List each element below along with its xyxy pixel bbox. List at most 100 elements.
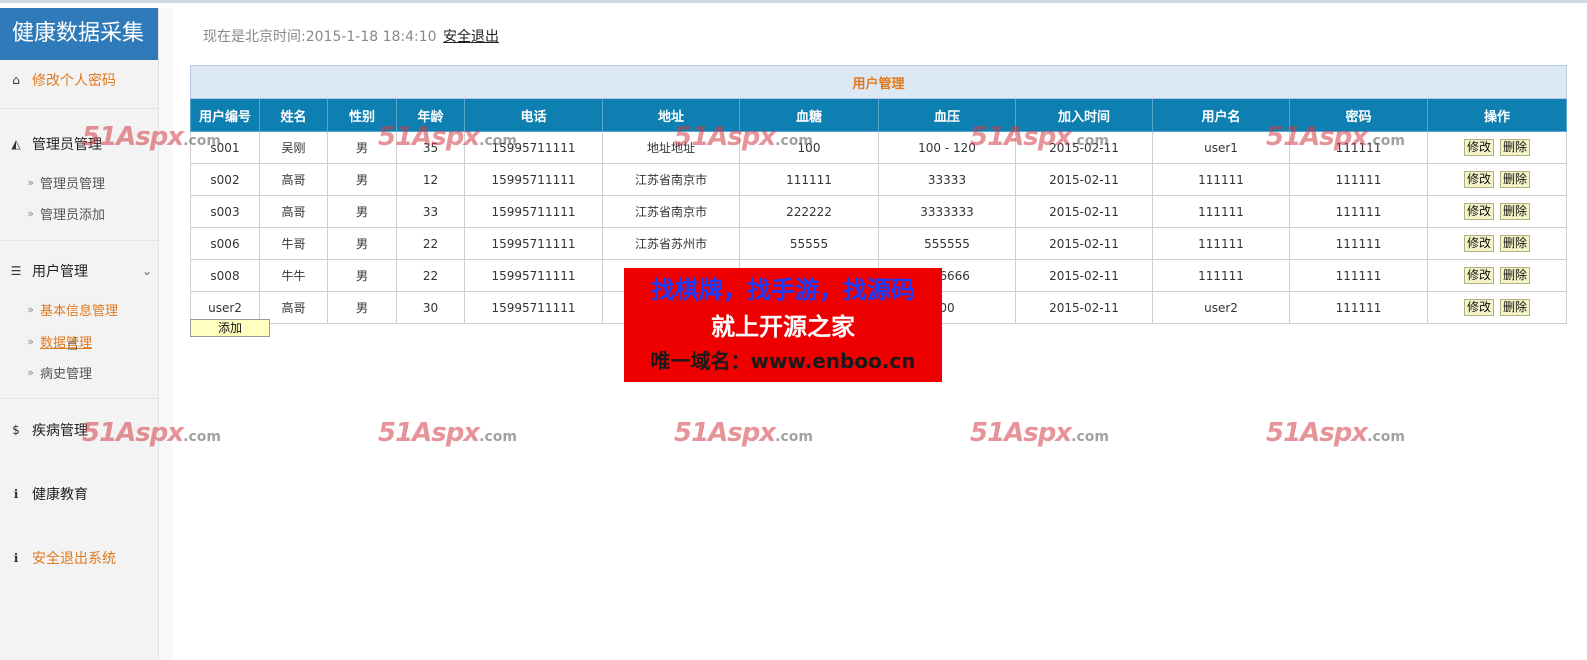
table-cell: 2015-02-11 bbox=[1015, 291, 1153, 324]
table-cell: 高哥 bbox=[259, 195, 328, 228]
table-cell: 111111 bbox=[1289, 291, 1428, 324]
watermark-main: 51Aspx bbox=[970, 418, 1072, 448]
delete-button[interactable]: 删除 bbox=[1500, 139, 1531, 156]
table-cell: 牛哥 bbox=[259, 227, 328, 260]
table-cell: user1 bbox=[1152, 131, 1290, 164]
edit-button[interactable]: 修改 bbox=[1464, 267, 1495, 284]
home-icon: ⌂ bbox=[12, 73, 20, 87]
ad-banner[interactable]: 找棋牌，找手游，找源码 就上开源之家 唯一域名：www.enboo.cn bbox=[624, 268, 942, 382]
edit-button[interactable]: 修改 bbox=[1464, 171, 1495, 188]
info-icon: ℹ bbox=[13, 551, 19, 565]
watermark-suffix: .com bbox=[479, 429, 517, 445]
table-cell: 111111 bbox=[1152, 259, 1290, 292]
table-row: s006 牛哥男 22 15995711111 江苏省苏州市 55555 555555 201… bbox=[190, 227, 1568, 260]
table-cell: 555555 bbox=[878, 227, 1016, 260]
table-cell: 江苏省苏州市 bbox=[602, 227, 740, 260]
ad-line-2: 就上开源之家 bbox=[711, 313, 855, 341]
sidebar-subitem-data-management[interactable]: » 数据管理 bbox=[0, 331, 158, 351]
watermark-logo: 51Aspx.com bbox=[1266, 418, 1405, 448]
edit-button[interactable]: 修改 bbox=[1464, 203, 1495, 220]
column-header: 加入时间 bbox=[1015, 98, 1153, 132]
sidebar-subitem-admin-add[interactable]: » 管理员添加 bbox=[0, 203, 158, 223]
sidebar-item-logout-system[interactable]: ℹ 安全退出系统 bbox=[0, 548, 158, 568]
table-cell: 33333 bbox=[878, 163, 1016, 196]
table-cell: 22 bbox=[396, 259, 465, 292]
list-icon: ☰ bbox=[10, 264, 22, 278]
table-cell: 100 - 120 bbox=[878, 131, 1016, 164]
sidebar-item-health-education[interactable]: ℹ 健康教育 bbox=[0, 484, 158, 504]
watermark-suffix: .com bbox=[775, 429, 813, 445]
table-cell: 男 bbox=[327, 259, 397, 292]
column-header: 操作 bbox=[1426, 98, 1568, 132]
delete-button[interactable]: 删除 bbox=[1500, 171, 1531, 188]
table-cell: 111111 bbox=[1289, 131, 1428, 164]
column-header: 用户编号 bbox=[190, 98, 260, 132]
table-cell: 111111 bbox=[1152, 163, 1290, 196]
window-top-border bbox=[0, 0, 1587, 3]
table-cell: 15995711111 bbox=[464, 259, 603, 292]
column-header: 血压 bbox=[878, 98, 1016, 132]
table-cell: 111111 bbox=[739, 163, 879, 196]
table-cell: 江苏省南京市 bbox=[602, 195, 740, 228]
watermark-logo: 51Aspx.com bbox=[674, 418, 813, 448]
ad-line-1: 找棋牌，找手游，找源码 bbox=[651, 276, 915, 304]
ad-line-3: 唯一域名：www.enboo.cn bbox=[650, 349, 916, 373]
info-icon: ℹ bbox=[13, 487, 19, 501]
table-cell: 100 bbox=[739, 131, 879, 164]
column-header: 年龄 bbox=[396, 98, 465, 132]
double-chevron-right-icon: » bbox=[27, 175, 34, 189]
chevron-down-icon: ⌄ bbox=[141, 264, 152, 278]
table-cell: 2015-02-11 bbox=[1015, 163, 1153, 196]
row-actions: 修改 删除 bbox=[1426, 195, 1568, 228]
table-cell: 111111 bbox=[1289, 259, 1428, 292]
sidebar-subitem-basic-info[interactable]: » 基本信息管理 bbox=[0, 299, 158, 319]
watermark-main: 51Aspx bbox=[1266, 418, 1368, 448]
sidebar-item-user-management[interactable]: ☰ 用户管理 ⌄ bbox=[0, 261, 158, 281]
add-button[interactable]: 添加 bbox=[190, 319, 270, 337]
table-row: s003 高哥男 33 15995711111 江苏省南京市 222222 3333333 2… bbox=[190, 195, 1568, 228]
table-cell: 15995711111 bbox=[464, 227, 603, 260]
table-cell: 3333333 bbox=[878, 195, 1016, 228]
table-cell: 111111 bbox=[1289, 163, 1428, 196]
row-actions: 修改 删除 bbox=[1426, 227, 1568, 260]
table-cell: 男 bbox=[327, 195, 397, 228]
edit-button[interactable]: 修改 bbox=[1464, 139, 1495, 156]
watermark-main: 51Aspx bbox=[674, 418, 776, 448]
logout-link[interactable]: 安全退出 bbox=[443, 26, 499, 46]
delete-button[interactable]: 删除 bbox=[1500, 203, 1531, 220]
table-cell: 12 bbox=[396, 163, 465, 196]
sidebar-item-admin-management[interactable]: ◭ 管理员管理 bbox=[0, 134, 158, 154]
row-actions: 修改 删除 bbox=[1426, 163, 1568, 196]
table-cell: 22 bbox=[396, 227, 465, 260]
table-cell: 55555 bbox=[739, 227, 879, 260]
sidebar-divider bbox=[0, 398, 158, 399]
edit-button[interactable]: 修改 bbox=[1464, 299, 1495, 316]
sidebar-divider bbox=[0, 108, 158, 109]
edit-button[interactable]: 修改 bbox=[1464, 235, 1495, 252]
sidebar-subitem-medical-history[interactable]: » 病史管理 bbox=[0, 362, 158, 382]
table-cell: 222222 bbox=[739, 195, 879, 228]
table-cell: 男 bbox=[327, 163, 397, 196]
watermark-logo: 51Aspx.com bbox=[378, 418, 517, 448]
table-cell: s006 bbox=[190, 227, 260, 260]
sidebar-scroll-strip bbox=[158, 8, 173, 660]
dollar-icon: $ bbox=[12, 423, 20, 437]
table-cell: 2015-02-11 bbox=[1015, 259, 1153, 292]
table-cell: 2015-02-11 bbox=[1015, 195, 1153, 228]
sidebar-item-disease-management[interactable]: $ 疾病管理 bbox=[0, 420, 158, 440]
inbox-icon: ◭ bbox=[11, 137, 21, 151]
sidebar-subitem-admin-manage[interactable]: » 管理员管理 bbox=[0, 172, 158, 192]
table-cell: 江苏省南京市 bbox=[602, 163, 740, 196]
sidebar-divider bbox=[0, 240, 158, 241]
delete-button[interactable]: 删除 bbox=[1500, 235, 1531, 252]
column-header: 电话 bbox=[464, 98, 603, 132]
hand-cursor-icon: ☝ bbox=[67, 334, 78, 355]
table-cell: 111111 bbox=[1289, 195, 1428, 228]
table-cell: s008 bbox=[190, 259, 260, 292]
table-cell: s001 bbox=[190, 131, 260, 164]
delete-button[interactable]: 删除 bbox=[1500, 299, 1531, 316]
table-header-row: 用户编号 姓名 性别 年龄 电话 地址 血糖 血压 加入时间 用户名 密码 操作 bbox=[190, 98, 1568, 132]
column-header: 密码 bbox=[1289, 98, 1428, 132]
delete-button[interactable]: 删除 bbox=[1500, 267, 1531, 284]
sidebar-item-change-password[interactable]: ⌂ 修改个人密码 bbox=[0, 70, 158, 90]
